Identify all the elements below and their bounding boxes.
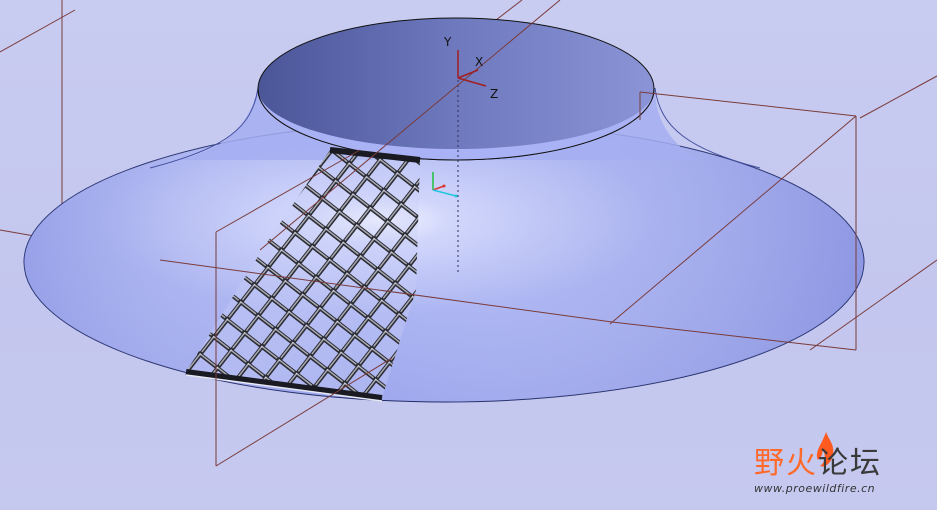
forum-watermark: 野火论坛 www.proewildfire.cn xyxy=(740,430,930,502)
csys-x-label: X xyxy=(475,55,483,69)
flared-surface[interactable] xyxy=(23,17,865,403)
watermark-title-2: 火 xyxy=(786,446,818,481)
csys-z-label: Z xyxy=(490,87,498,101)
watermark-title-1: 野 xyxy=(754,446,786,481)
watermark-title-3: 论坛 xyxy=(818,446,882,481)
csys-y-label: Y xyxy=(443,35,452,49)
watermark-url: www.proewildfire.cn xyxy=(754,482,876,495)
graphics-viewport[interactable]: Y X Z 野火论坛 www.proewildfire.cn xyxy=(0,0,937,510)
